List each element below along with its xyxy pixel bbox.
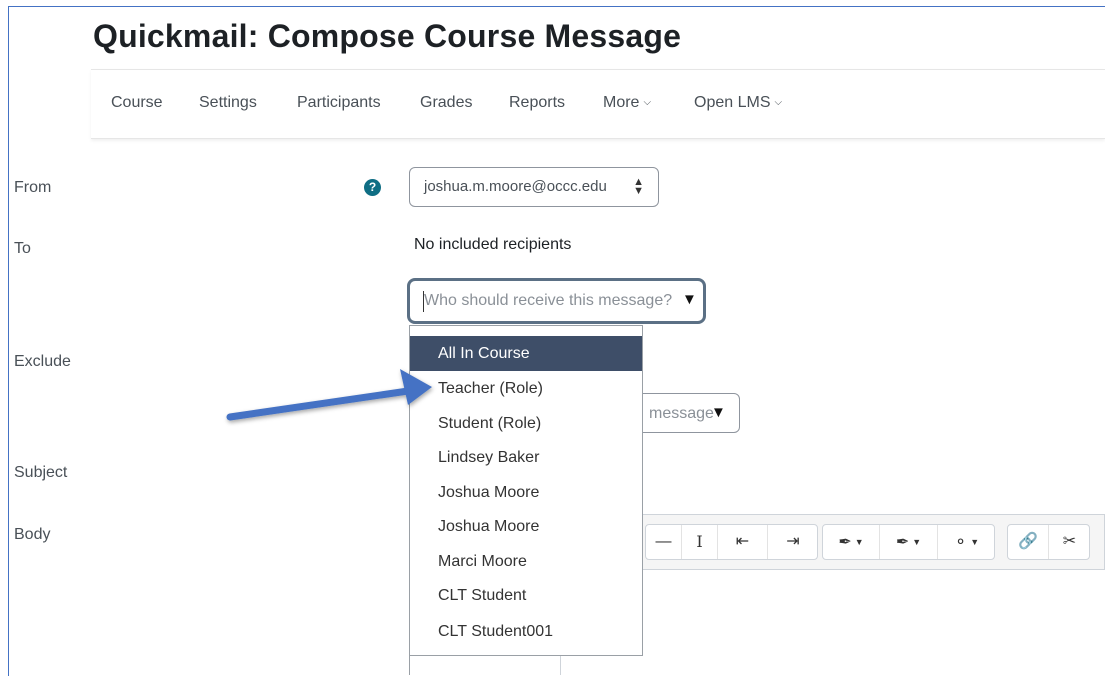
option-marci-moore[interactable]: Marci Moore (410, 544, 642, 579)
subject-label: Subject (14, 464, 68, 481)
to-label: To (14, 240, 31, 257)
toolbar-group-format: — I ⇤ ⇥ (645, 524, 818, 560)
dropdown-triangle-icon[interactable]: ▼ (711, 404, 726, 421)
unlink-icon[interactable]: ✂ (1049, 525, 1090, 559)
dropdown-border-extension (409, 656, 410, 675)
background-color-icon[interactable]: ✒ ▼ (880, 525, 938, 559)
outdent-icon[interactable]: ⇤ (718, 525, 768, 559)
text-cursor-icon[interactable]: I (682, 525, 718, 559)
recipients-dropdown-list: All In Course Teacher (Role) Student (Ro… (409, 325, 643, 656)
font-color-icon[interactable]: ✒ ▼ (823, 525, 880, 559)
exclude-label: Exclude (14, 353, 71, 370)
page-title: Quickmail: Compose Course Message (93, 18, 682, 54)
nav-more-label: More (603, 94, 640, 111)
body-label: Body (14, 526, 51, 543)
nav-more[interactable]: More ⌵ (603, 94, 651, 112)
help-icon[interactable]: ? (364, 179, 381, 196)
accessibility-icon[interactable]: ⚬ ▼ (938, 525, 995, 559)
secondary-navigation: Course Settings Participants Grades Repo… (91, 69, 1105, 139)
chevron-down-icon: ⌵ (643, 97, 652, 108)
nav-settings[interactable]: Settings (199, 94, 257, 112)
from-label: From (14, 179, 52, 196)
exclude-placeholder: message (649, 405, 714, 422)
toolbar-group-colors: ✒ ▼ ✒ ▼ ⚬ ▼ (822, 524, 995, 560)
from-select-value: joshua.m.moore@occc.edu (424, 178, 607, 195)
option-all-in-course[interactable]: All In Course (410, 336, 642, 371)
sort-updown-icon: ▲ ▼ (633, 176, 644, 197)
toolbar-group-links: 🔗 ✂ (1007, 524, 1090, 560)
option-lindsey-baker[interactable]: Lindsey Baker (410, 440, 642, 475)
nav-participants[interactable]: Participants (297, 94, 381, 112)
option-joshua-moore-2[interactable]: Joshua Moore (410, 509, 642, 544)
option-student-role[interactable]: Student (Role) (410, 406, 642, 441)
recipients-search-input[interactable]: Who should receive this message? ▼ (407, 278, 706, 324)
nav-reports[interactable]: Reports (509, 94, 565, 112)
option-teacher-role[interactable]: Teacher (Role) (410, 371, 642, 406)
recipients-placeholder: Who should receive this message? (424, 292, 673, 309)
to-status-text: No included recipients (414, 236, 572, 253)
option-clt-student[interactable]: CLT Student (410, 578, 642, 613)
dropdown-triangle-icon[interactable]: ▼ (682, 291, 697, 308)
nav-open-lms-label: Open LMS (694, 94, 771, 111)
chevron-down-icon: ⌵ (774, 97, 783, 108)
nav-open-lms[interactable]: Open LMS ⌵ (694, 94, 782, 112)
nav-grades[interactable]: Grades (420, 94, 472, 112)
option-joshua-moore-1[interactable]: Joshua Moore (410, 475, 642, 510)
from-select[interactable]: joshua.m.moore@occc.edu ▲ ▼ (409, 167, 659, 207)
link-icon[interactable]: 🔗 (1008, 525, 1049, 559)
indent-icon[interactable]: ⇥ (768, 525, 818, 559)
nav-course[interactable]: Course (111, 94, 163, 112)
option-clt-student001[interactable]: CLT Student001 (410, 614, 642, 649)
horizontal-rule-icon[interactable]: — (646, 525, 682, 559)
